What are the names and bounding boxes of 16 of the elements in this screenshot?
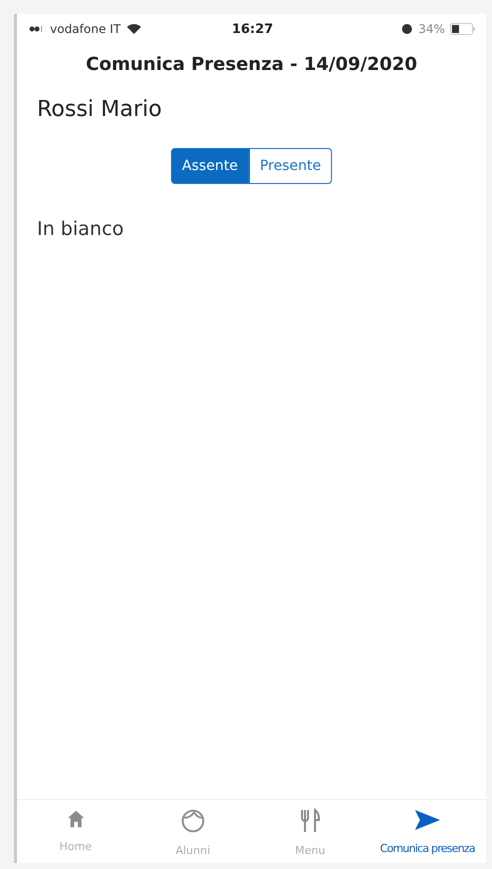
signal-icon [29,25,45,33]
segment-option[interactable]: Presente [248,148,332,184]
tab-item[interactable]: Comunica presenza [368,808,486,857]
alarm-icon [401,23,414,35]
screen-title: Comunica Presenza - 14/09/2020 [84,54,418,75]
clock-time: 16:27 [232,22,274,36]
send-icon [413,808,442,832]
segment-option[interactable]: Assente [171,148,249,184]
wifi-icon [126,23,142,35]
face-icon [180,808,206,834]
battery-percent: 34% [418,22,446,36]
note-text: In bianco [37,218,125,240]
carrier-name: vodafone IT [50,22,121,36]
battery-icon [450,23,476,35]
cutlery-icon [298,808,322,834]
student-name: Rossi Mario [37,97,163,122]
